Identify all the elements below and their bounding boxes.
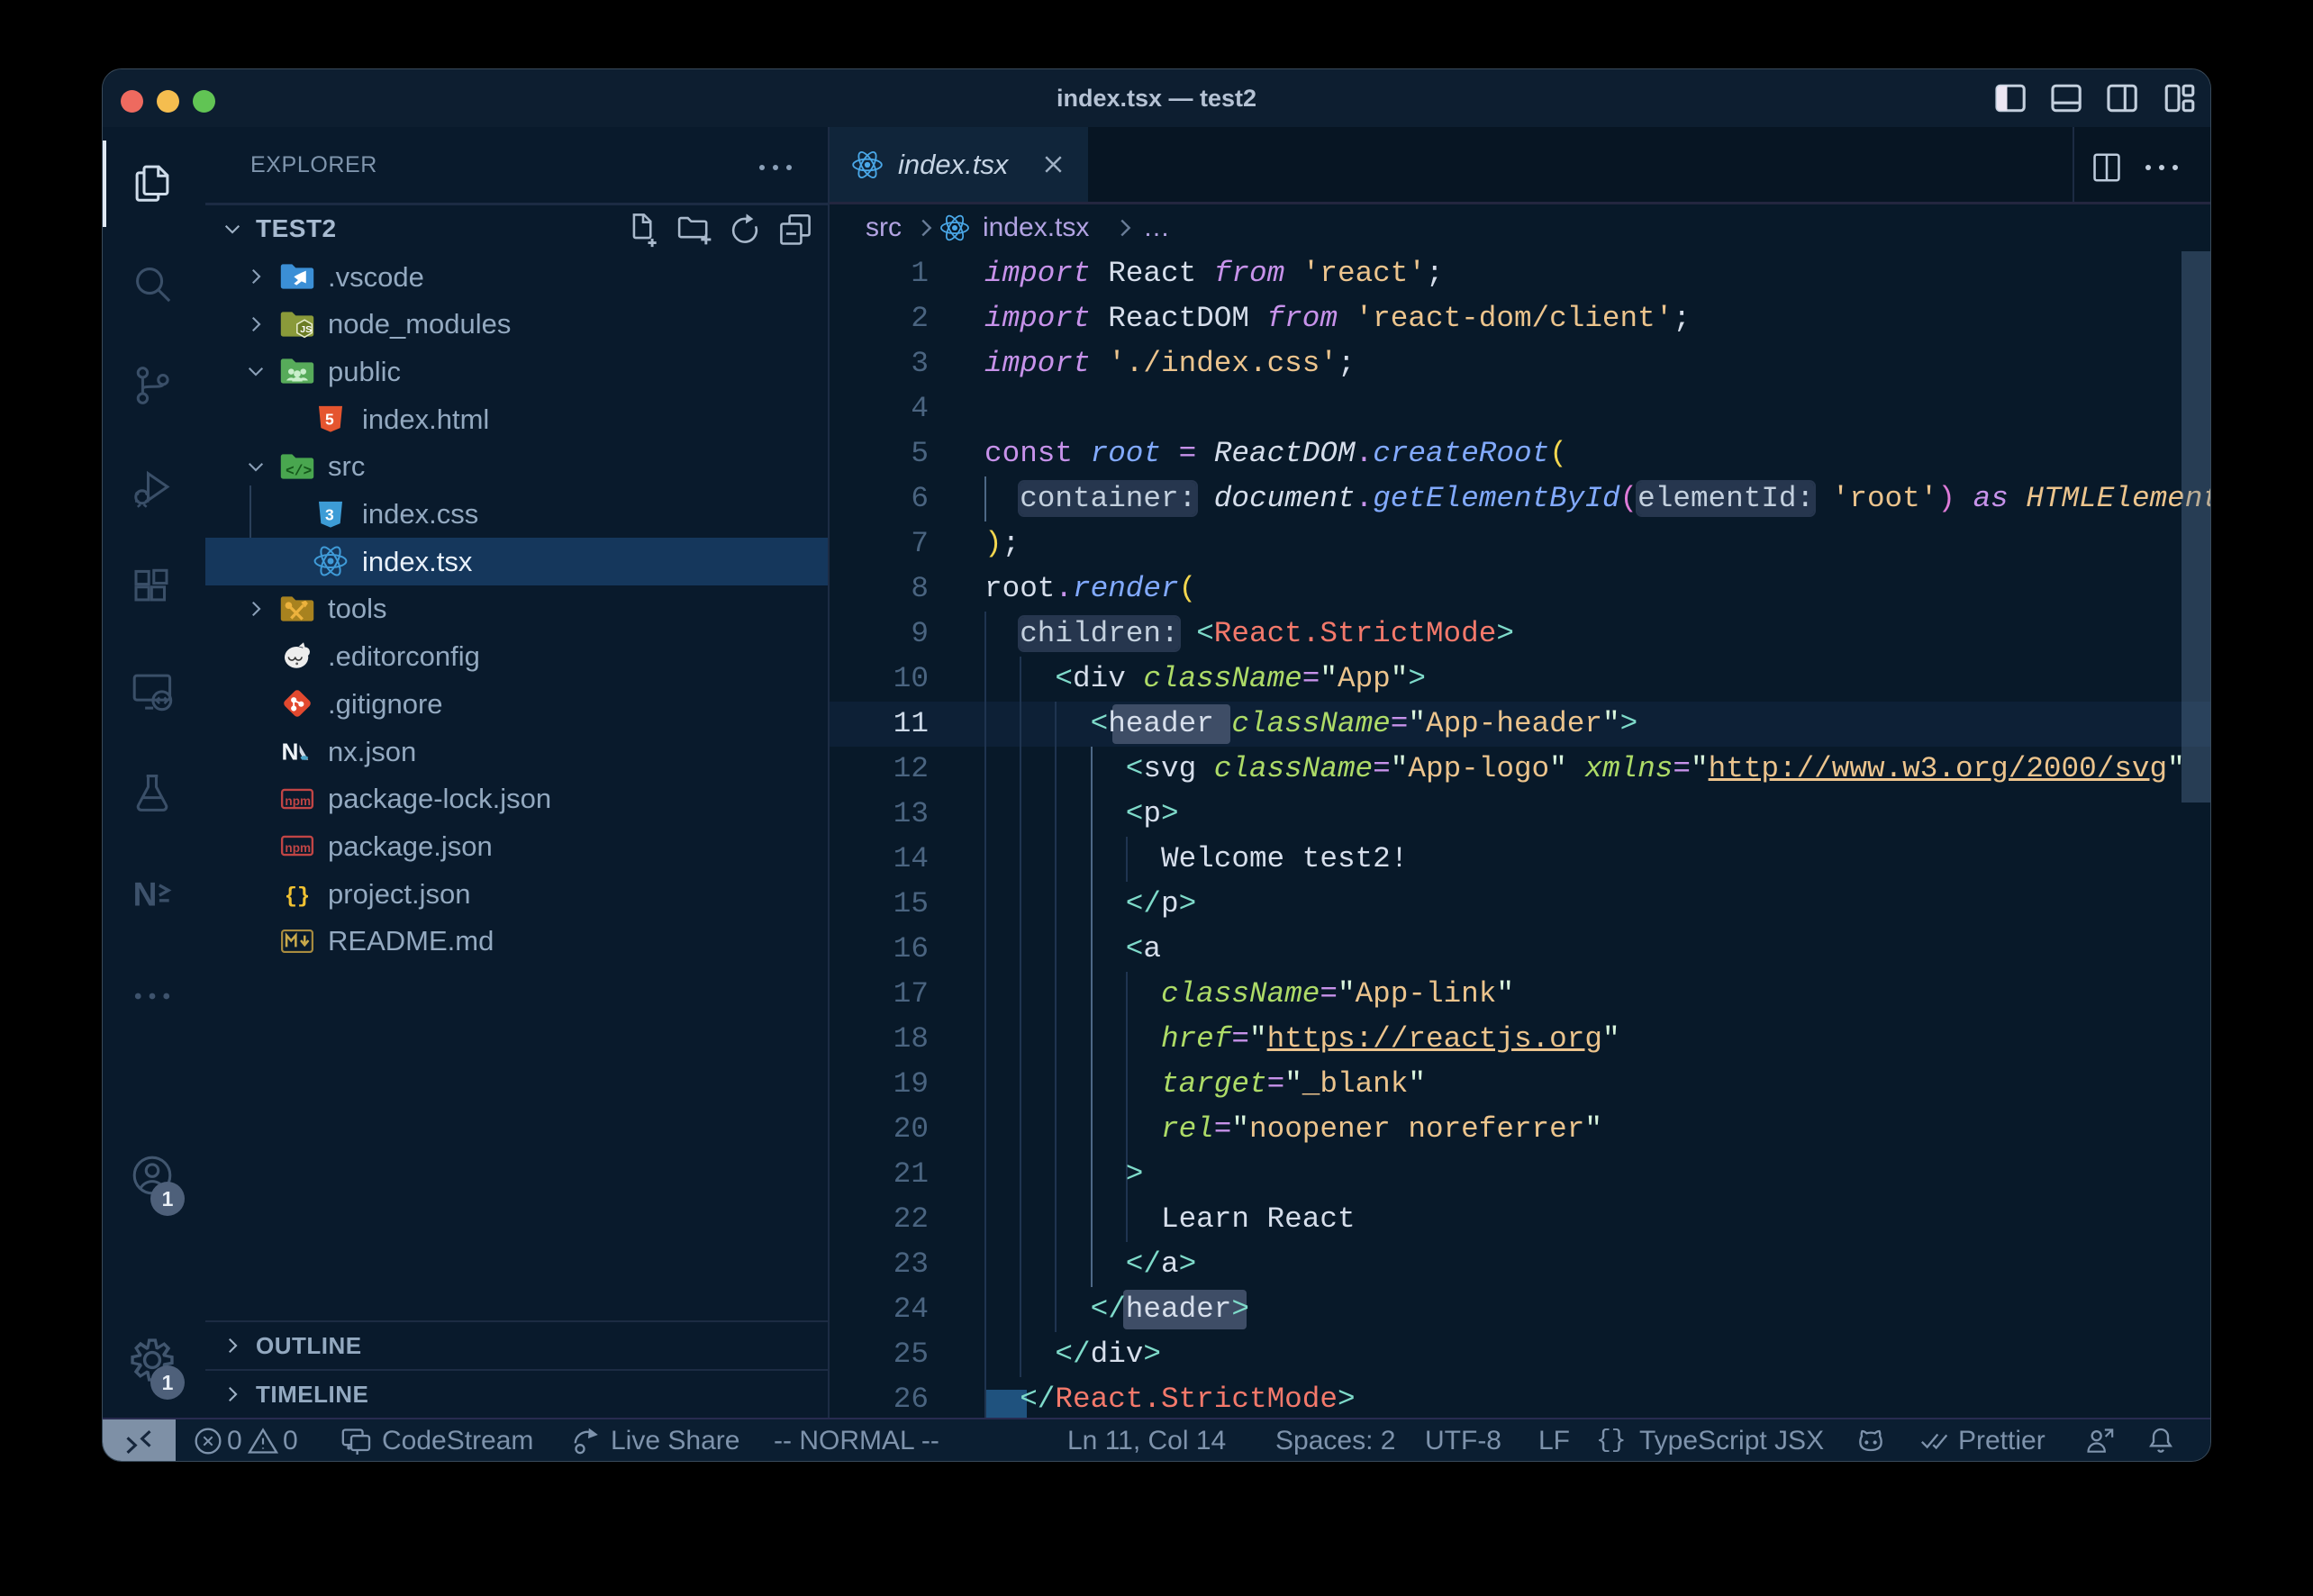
svg-text:5: 5 xyxy=(325,410,334,428)
svg-text:JS: JS xyxy=(300,324,312,335)
svg-text:</>: </> xyxy=(286,462,312,479)
svg-text:npm: npm xyxy=(285,841,311,855)
svg-text:npm: npm xyxy=(285,793,311,807)
svg-text:{}: {} xyxy=(285,885,311,910)
svg-text:N: N xyxy=(282,739,299,766)
svg-text:N: N xyxy=(133,875,158,912)
svg-text:3: 3 xyxy=(325,505,334,523)
